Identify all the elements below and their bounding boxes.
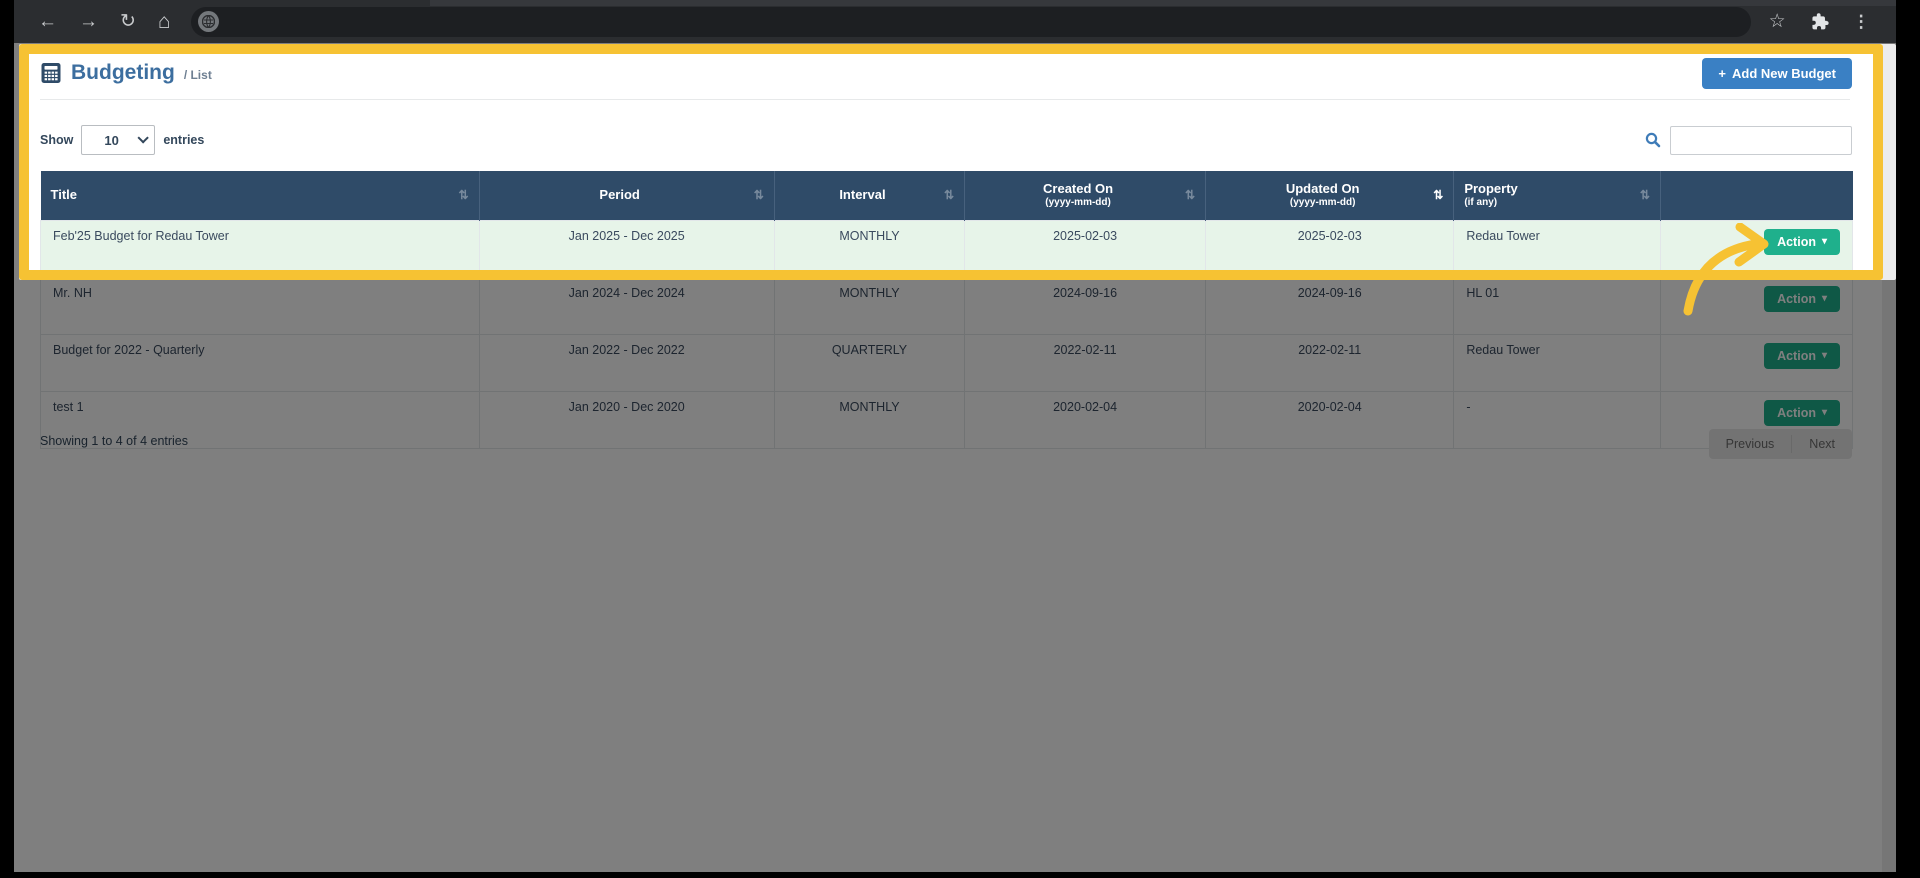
address-bar[interactable]: [191, 7, 1751, 37]
browser-menu-icon[interactable]: ⋮: [1853, 12, 1870, 32]
cell-interval: MONTHLY: [774, 277, 964, 334]
cell-title: Mr. NH: [41, 277, 480, 334]
entries-summary: Showing 1 to 4 of 4 entries: [40, 434, 188, 448]
tutorial-arrow-icon: [1644, 223, 1804, 343]
cell-created-on: 2022-02-11: [965, 334, 1206, 391]
table-row: Budget for 2022 - QuarterlyJan 2022 - De…: [41, 334, 1853, 391]
caret-down-icon: ▾: [1822, 407, 1827, 418]
refresh-icon[interactable]: ↻: [120, 12, 136, 31]
forward-icon[interactable]: →: [79, 12, 98, 31]
next-button[interactable]: Next: [1792, 429, 1852, 459]
action-button[interactable]: Action▾: [1764, 343, 1840, 369]
cell-title: Budget for 2022 - Quarterly: [41, 334, 480, 391]
action-button[interactable]: Action▾: [1764, 400, 1840, 426]
window-frame-strip: [430, 0, 1896, 6]
globe-icon: [198, 11, 219, 32]
bookmark-star-icon[interactable]: ☆: [1769, 10, 1786, 33]
cell-period: Jan 2022 - Dec 2022: [479, 334, 774, 391]
caret-down-icon: ▾: [1822, 350, 1827, 361]
previous-button[interactable]: Previous: [1709, 429, 1792, 459]
table-row: Mr. NHJan 2024 - Dec 2024MONTHLY2024-09-…: [41, 277, 1853, 334]
pagination: Previous Next: [1709, 429, 1852, 459]
browser-toolbar: ← → ↻ ⌂ ☆ ⋮: [14, 0, 1896, 43]
highlight-frame: [19, 44, 1883, 280]
home-icon[interactable]: ⌂: [158, 11, 171, 32]
caret-down-icon: ▾: [1822, 293, 1827, 304]
cell-period: Jan 2024 - Dec 2024: [479, 277, 774, 334]
page-viewport: Budgeting / List + Add New Budget Show 1…: [14, 43, 1896, 872]
cell-created-on: 2024-09-16: [965, 277, 1206, 334]
cell-property: HL 01: [1454, 277, 1661, 334]
back-icon[interactable]: ←: [38, 12, 57, 31]
extensions-puzzle-icon[interactable]: [1810, 12, 1829, 31]
cell-updated-on: 2022-02-11: [1206, 334, 1454, 391]
cell-interval: QUARTERLY: [774, 334, 964, 391]
cell-property: Redau Tower: [1454, 334, 1661, 391]
cell-updated-on: 2024-09-16: [1206, 277, 1454, 334]
scrollbar[interactable]: [1882, 43, 1896, 872]
